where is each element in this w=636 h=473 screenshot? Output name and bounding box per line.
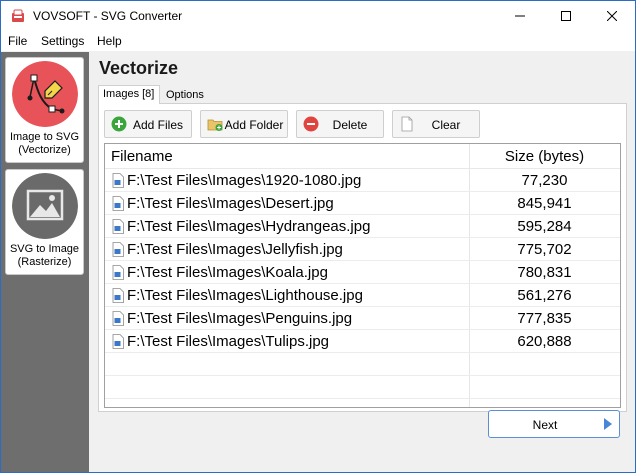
cell-filename: F:\Test Files\Images\Tulips.jpg [127, 333, 330, 350]
table-header: Filename Size (bytes) [105, 144, 620, 169]
minimize-icon [515, 15, 525, 17]
clear-label: Clear [431, 118, 461, 132]
cell-size: 77,230 [521, 172, 568, 189]
menu-bar: File Settings Help [1, 31, 635, 52]
add-folder-label: Add Folder [224, 118, 284, 132]
close-button[interactable] [589, 1, 635, 31]
maximize-icon [561, 11, 571, 21]
app-window: VOVSOFT - SVG Converter File Settings He… [0, 0, 636, 473]
minimize-button[interactable] [497, 1, 543, 31]
sidebar-item-label: Image to SVG (Vectorize) [6, 131, 83, 157]
image-file-icon [112, 196, 124, 211]
next-label: Next [532, 418, 558, 432]
image-icon [12, 173, 78, 239]
arrow-right-icon [604, 418, 612, 430]
menu-file[interactable]: File [8, 34, 27, 48]
table-row[interactable]: F:\Test Files\Images\Hydrangeas.jpg 595,2… [105, 215, 620, 238]
image-file-icon [112, 219, 124, 234]
cell-size: 777,835 [517, 310, 572, 327]
image-file-icon [112, 334, 124, 349]
column-header-filename[interactable]: Filename [111, 148, 173, 165]
tab-options[interactable]: Options [162, 87, 206, 104]
table-row[interactable]: F:\Test Files\Images\1920-1080.jpg 77,230 [105, 169, 620, 192]
cell-filename: F:\Test Files\Images\Jellyfish.jpg [127, 241, 343, 258]
table-row[interactable]: F:\Test Files\Images\Jellyfish.jpg 775,70… [105, 238, 620, 261]
table-row[interactable]: F:\Test Files\Images\Desert.jpg 845,941 [105, 192, 620, 215]
sidebar-item-rasterize[interactable]: SVG to Image (Rasterize) [5, 169, 84, 275]
image-file-icon [112, 311, 124, 326]
maximize-button[interactable] [543, 1, 589, 31]
app-icon [11, 9, 25, 23]
title-bar[interactable]: VOVSOFT - SVG Converter [1, 1, 635, 31]
table-row[interactable]: F:\Test Files\Images\Tulips.jpg 620,888 [105, 330, 620, 353]
column-header-size[interactable]: Size (bytes) [469, 148, 620, 165]
cell-filename: F:\Test Files\Images\Desert.jpg [127, 195, 334, 212]
sidebar-label-line2: (Vectorize) [18, 144, 71, 156]
delete-button[interactable]: Delete [296, 110, 384, 138]
window-title: VOVSOFT - SVG Converter [33, 9, 183, 23]
page-title: Vectorize [99, 58, 179, 78]
delete-label: Delete [332, 118, 368, 132]
cell-size: 845,941 [517, 195, 572, 212]
cell-filename: F:\Test Files\Images\Lighthouse.jpg [127, 287, 363, 304]
file-table[interactable]: Filename Size (bytes) F:\Test Files\Imag… [104, 143, 621, 408]
image-file-icon [112, 288, 124, 303]
vectorize-icon [12, 61, 78, 127]
sidebar-item-vectorize[interactable]: Image to SVG (Vectorize) [5, 57, 84, 163]
table-row[interactable]: F:\Test Files\Images\Lighthouse.jpg 561,2… [105, 284, 620, 307]
image-file-icon [112, 242, 124, 257]
next-button[interactable]: Next [488, 410, 620, 438]
sidebar-label-line1: SVG to Image [9, 243, 80, 255]
add-files-label: Add Files [132, 118, 184, 132]
cell-size: 595,284 [517, 218, 572, 235]
sidebar-label-line1: Image to SVG [9, 131, 80, 143]
image-file-icon [112, 173, 124, 188]
sidebar: Image to SVG (Vectorize) SVG to Image (R… [1, 52, 89, 472]
cell-filename: F:\Test Files\Images\Koala.jpg [127, 264, 328, 281]
table-row[interactable]: F:\Test Files\Images\Koala.jpg 780,831 [105, 261, 620, 284]
cell-filename: F:\Test Files\Images\Penguins.jpg [127, 310, 353, 327]
table-row[interactable]: F:\Test Files\Images\Penguins.jpg 777,835 [105, 307, 620, 330]
cell-filename: F:\Test Files\Images\1920-1080.jpg [127, 172, 362, 189]
add-files-button[interactable]: Add Files [104, 110, 192, 138]
cell-filename: F:\Test Files\Images\Hydrangeas.jpg [127, 218, 371, 235]
cell-size: 780,831 [517, 264, 572, 281]
cell-size: 775,702 [517, 241, 572, 258]
table-row[interactable] [105, 353, 620, 376]
menu-settings[interactable]: Settings [41, 34, 84, 48]
add-folder-button[interactable]: Add Folder [200, 110, 288, 138]
clear-button[interactable]: Clear [392, 110, 480, 138]
table-row[interactable] [105, 376, 620, 399]
close-icon [607, 11, 617, 21]
tab-images[interactable]: Images [8] [98, 85, 160, 104]
image-file-icon [112, 265, 124, 280]
cell-size: 620,888 [517, 333, 572, 350]
menu-help[interactable]: Help [97, 34, 122, 48]
cell-size: 561,276 [517, 287, 572, 304]
sidebar-item-label: SVG to Image (Rasterize) [6, 243, 83, 269]
sidebar-label-line2: (Rasterize) [17, 256, 72, 268]
